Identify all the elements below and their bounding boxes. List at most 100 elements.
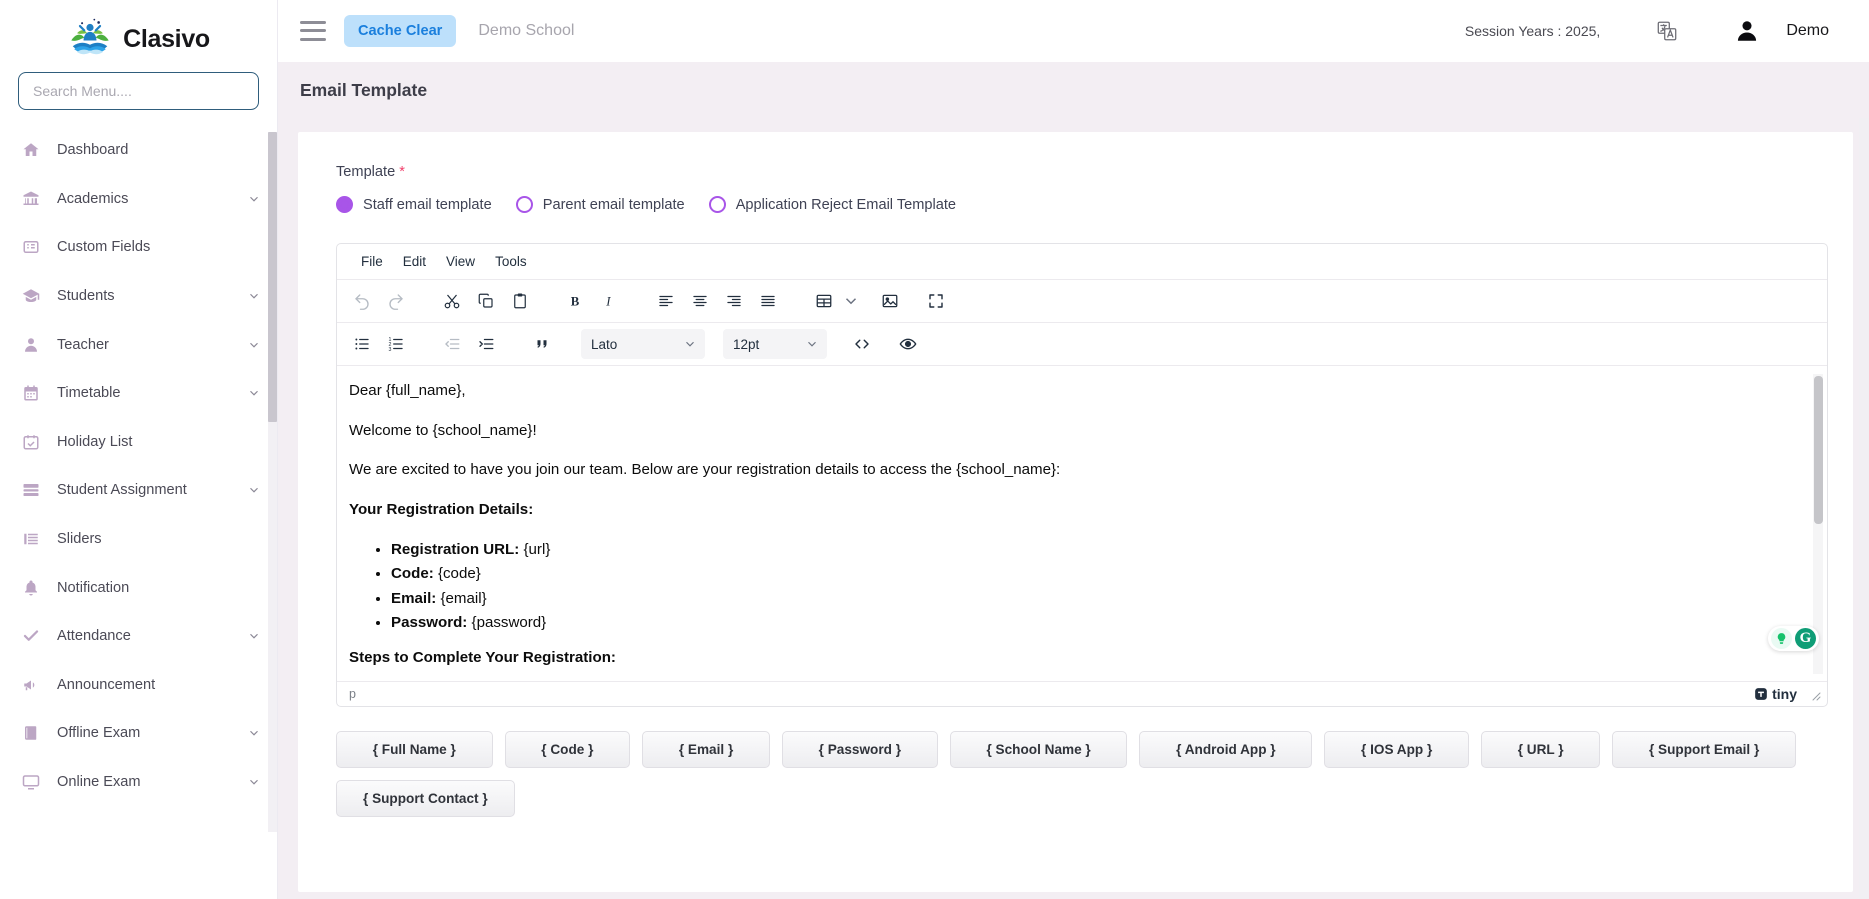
user-icon	[22, 336, 48, 354]
sidebar-item-dashboard[interactable]: Dashboard	[0, 126, 277, 175]
search-container	[0, 72, 277, 110]
hamburger-icon[interactable]	[300, 20, 326, 41]
main-scrollbar-track[interactable]	[1859, 118, 1869, 899]
translate-icon[interactable]	[1656, 20, 1678, 42]
grammarly-widget[interactable]: G	[1768, 626, 1819, 651]
radio-application-reject-email-template[interactable]: Application Reject Email Template	[708, 196, 956, 213]
placeholder-school-name-button[interactable]: { School Name }	[949, 731, 1128, 768]
image-icon[interactable]	[873, 285, 907, 317]
bold-icon[interactable]: B	[559, 285, 593, 317]
sidebar-menu: Dashboard Academics Custom Fields Studen…	[0, 126, 277, 899]
editor-resize-handle[interactable]	[1809, 688, 1821, 701]
font-family-value: Lato	[591, 336, 618, 352]
user-name[interactable]: Demo	[1786, 22, 1829, 40]
editor-body[interactable]: Dear {full_name}, Welcome to {school_nam…	[337, 366, 1827, 681]
bell-icon	[22, 579, 48, 597]
sidebar-item-online-exam[interactable]: Online Exam	[0, 758, 277, 807]
sidebar-item-label: Academics	[57, 190, 129, 207]
preview-eye-icon[interactable]	[891, 328, 925, 360]
numbered-list-icon[interactable]: 123	[379, 328, 413, 360]
editor-scrollbar-thumb[interactable]	[1814, 376, 1823, 524]
sidebar-item-announcement[interactable]: Announcement	[0, 661, 277, 710]
cache-clear-button[interactable]: Cache Clear	[344, 14, 457, 47]
tinymce-branding[interactable]: tiny	[1754, 686, 1821, 702]
app-root: Clasivo Dashboard Academics	[0, 0, 1869, 899]
source-code-icon[interactable]	[845, 328, 879, 360]
font-size-select[interactable]: 12pt	[723, 329, 827, 359]
search-input[interactable]	[18, 72, 259, 110]
session-years-label: Session Years : 2025,	[1464, 22, 1601, 39]
editor-details-list: Registration URL: {url} Code: {code} Ema…	[349, 539, 1805, 636]
sidebar-item-holiday-list[interactable]: Holiday List	[0, 418, 277, 467]
user-avatar-icon[interactable]	[1734, 18, 1760, 44]
grammarly-g-icon[interactable]: G	[1795, 628, 1816, 649]
sidebar-item-teacher[interactable]: Teacher	[0, 320, 277, 369]
brand[interactable]: Clasivo	[0, 0, 277, 72]
placeholder-code-button[interactable]: { Code }	[504, 731, 631, 768]
editor-menubar: File Edit View Tools	[337, 244, 1827, 280]
align-justify-icon[interactable]	[751, 285, 785, 317]
editor-details-heading: Your Registration Details:	[349, 500, 534, 518]
element-path[interactable]: p	[349, 687, 356, 701]
align-right-icon[interactable]	[717, 285, 751, 317]
paste-icon[interactable]	[503, 285, 537, 317]
outdent-icon[interactable]	[435, 328, 469, 360]
copy-icon[interactable]	[469, 285, 503, 317]
tiny-label: tiny	[1772, 686, 1797, 702]
placeholder-support-email-button[interactable]: { Support Email }	[1612, 731, 1796, 768]
menu-tools[interactable]: Tools	[485, 250, 537, 273]
sidebar-item-label: Dashboard	[57, 142, 129, 159]
radio-staff-email-template[interactable]: Staff email template	[336, 196, 492, 213]
sidebar-item-offline-exam[interactable]: Offline Exam	[0, 709, 277, 758]
radio-label: Parent email template	[542, 196, 685, 213]
radio-parent-email-template[interactable]: Parent email template	[515, 196, 685, 213]
table-icon[interactable]	[807, 285, 841, 317]
sidebar-item-label: Announcement	[57, 676, 156, 693]
placeholder-android-app-button[interactable]: { Android App }	[1139, 731, 1313, 768]
bullet-list-icon[interactable]	[345, 328, 379, 360]
menu-file[interactable]: File	[351, 250, 393, 273]
sidebar-scrollbar-thumb[interactable]	[268, 132, 277, 422]
topbar-right: Session Years : 2025, Demo	[1465, 18, 1829, 44]
font-family-select[interactable]: Lato	[581, 329, 705, 359]
align-left-icon[interactable]	[649, 285, 683, 317]
detail-label: Code:	[391, 565, 434, 583]
undo-icon[interactable]	[345, 285, 379, 317]
blockquote-icon[interactable]	[525, 328, 559, 360]
check-icon	[22, 627, 48, 645]
fullscreen-icon[interactable]	[919, 285, 953, 317]
table-chevron-down-icon[interactable]	[841, 285, 861, 317]
placeholder-password-button[interactable]: { Password }	[781, 731, 938, 768]
sidebar-item-academics[interactable]: Academics	[0, 175, 277, 224]
italic-icon[interactable]: I	[593, 285, 627, 317]
sidebar-item-attendance[interactable]: Attendance	[0, 612, 277, 661]
editor-content[interactable]: Dear {full_name}, Welcome to {school_nam…	[349, 380, 1805, 670]
placeholder-url-button[interactable]: { URL }	[1481, 731, 1601, 768]
indent-icon[interactable]	[469, 328, 503, 360]
calendar-grid-icon	[22, 384, 48, 402]
sidebar-item-student-assignment[interactable]: Student Assignment	[0, 466, 277, 515]
sidebar-item-notification[interactable]: Notification	[0, 563, 277, 612]
placeholder-support-contact-button[interactable]: { Support Contact }	[336, 780, 515, 817]
align-center-icon[interactable]	[683, 285, 717, 317]
grammarly-bulb-icon[interactable]	[1771, 628, 1792, 649]
cut-icon[interactable]	[435, 285, 469, 317]
editor-intro: We are excited to have you join our team…	[349, 461, 1061, 479]
menu-edit[interactable]: Edit	[393, 250, 436, 273]
placeholder-ios-app-button[interactable]: { IOS App }	[1324, 731, 1469, 768]
svg-text:B: B	[571, 295, 580, 309]
main-area: Cache Clear Demo School Session Years : …	[278, 0, 1869, 899]
sidebar-item-custom-fields[interactable]: Custom Fields	[0, 223, 277, 272]
sidebar-item-label: Offline Exam	[57, 725, 141, 742]
sidebar-item-sliders[interactable]: Sliders	[0, 515, 277, 564]
bank-icon	[22, 190, 48, 208]
chevron-down-icon	[247, 386, 261, 400]
redo-icon[interactable]	[379, 285, 413, 317]
page-header: Email Template	[278, 62, 1869, 118]
sidebar-item-timetable[interactable]: Timetable	[0, 369, 277, 418]
placeholder-email-button[interactable]: { Email }	[642, 731, 770, 768]
menu-view[interactable]: View	[436, 250, 485, 273]
placeholder-full-name-button[interactable]: { Full Name }	[336, 731, 493, 768]
list-box-icon	[22, 238, 48, 256]
sidebar-item-students[interactable]: Students	[0, 272, 277, 321]
